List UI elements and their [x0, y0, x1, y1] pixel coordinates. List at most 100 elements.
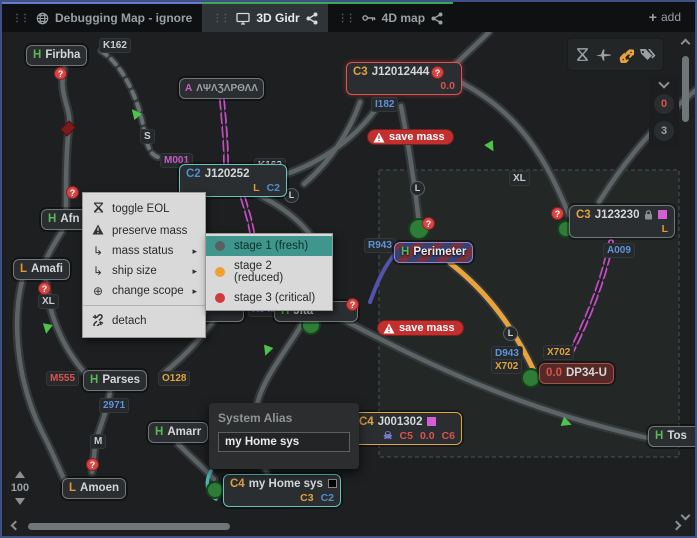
menu-item-preserve-mass[interactable]: preserve mass — [83, 220, 205, 241]
stage1-dot-icon — [215, 241, 225, 251]
hourglass-icon — [93, 202, 104, 214]
counter-badge-bottom[interactable]: 3 — [654, 121, 674, 141]
submenu-item-stage1[interactable]: stage 1 (fresh) — [206, 236, 332, 256]
unknown-status-badge: ? — [86, 458, 99, 471]
ship-size-label: XL — [509, 171, 530, 186]
system-node-dp34u[interactable]: 0.0 DP34-U — [539, 363, 614, 384]
zoom-in-button[interactable] — [15, 471, 25, 478]
signature-counter-panel: 0 3 — [649, 76, 679, 147]
wh-sig-label[interactable]: M555 — [46, 371, 79, 386]
ship-filter-icon[interactable] — [595, 48, 612, 62]
drag-handle-icon[interactable]: ⋮⋮ — [212, 13, 228, 24]
scroll-left-icon[interactable] — [11, 521, 21, 531]
system-node-j001302[interactable]: C4J001302 ☠C50.0C6 — [352, 412, 462, 445]
tags-filter-icon[interactable] — [639, 47, 656, 62]
tab-label: Debugging Map - ignore — [55, 11, 192, 25]
system-name: Amarr — [167, 426, 201, 438]
tab-label: 3D Gidr — [256, 11, 299, 25]
zoom-out-button[interactable] — [15, 498, 25, 505]
occupied-marker — [328, 479, 337, 488]
wh-sig-label[interactable]: I182 — [371, 97, 398, 112]
hourglass-filter-icon[interactable] — [575, 47, 590, 63]
submenu-item-stage2[interactable]: stage 2 (reduced) — [206, 256, 332, 288]
save-mass-label: save mass — [389, 131, 445, 143]
tab-label: 4D map — [382, 11, 425, 25]
system-node-amoen[interactable]: LAmoen — [62, 478, 126, 499]
system-name: Afn — [60, 213, 79, 225]
system-node-home[interactable]: C4my Home sys C3C2 — [223, 474, 341, 507]
menu-item-ship-size[interactable]: ↳ ship size ▸ — [83, 261, 205, 281]
wh-sig-label[interactable]: A009 — [603, 243, 635, 258]
security-class: A — [185, 83, 192, 94]
scope-icon: ⊕ — [91, 285, 105, 297]
menu-item-mass-status[interactable]: ↳ mass status ▸ — [83, 241, 205, 261]
key-icon — [362, 12, 376, 24]
security-class: C3 — [576, 209, 591, 221]
system-alias-dialog: System Alias — [209, 403, 359, 469]
system-name: DP34-U — [566, 367, 607, 379]
drag-handle-icon[interactable]: ⋮⋮ — [338, 13, 354, 24]
static-tag: C6 — [442, 430, 455, 442]
chain-link-icon[interactable] — [618, 47, 634, 63]
horizontal-scroll-thumb[interactable] — [28, 523, 230, 530]
unknown-status-badge: ? — [422, 217, 435, 230]
plus-icon: + — [649, 9, 657, 25]
wh-sig-label[interactable]: 2971 — [99, 398, 129, 413]
system-node-unidentified[interactable]: A ΛΨΛƷΛΡΘΛΛ — [179, 78, 264, 99]
static-tag: C5 — [400, 430, 413, 442]
security-status: 0.0 — [546, 367, 562, 379]
warning-icon — [373, 132, 385, 143]
system-name: ΛΨΛƷΛΡΘΛΛ — [196, 83, 258, 94]
scroll-down-icon[interactable] — [681, 511, 691, 521]
add-label: add — [661, 10, 681, 24]
tab-3d-gidr[interactable]: ⋮⋮ 3D Gidr — [202, 2, 327, 32]
vertical-scroll-thumb[interactable] — [682, 56, 689, 122]
menu-item-label: toggle EOL — [112, 203, 170, 215]
counter-badge-top[interactable]: 0 — [654, 94, 674, 114]
menu-item-change-scope[interactable]: ⊕ change scope ▸ — [83, 281, 205, 301]
unknown-status-badge: ? — [431, 66, 444, 79]
system-node-amarr[interactable]: H Amarr — [148, 422, 208, 443]
map-tab-bar: ⋮⋮ Debugging Map - ignore ⋮⋮ 3D Gidr ⋮⋮ … — [2, 2, 695, 32]
scroll-right-icon[interactable] — [672, 521, 682, 531]
ship-size-label: XL — [38, 294, 59, 309]
branch-arrow-icon: ↳ — [91, 245, 105, 257]
wh-sig-label[interactable]: X702 — [491, 359, 522, 374]
menu-item-toggle-eol[interactable]: toggle EOL — [83, 198, 205, 220]
add-map-button[interactable]: + add — [635, 2, 695, 32]
menu-separator — [83, 305, 205, 306]
unlink-icon — [92, 314, 104, 326]
system-node-j12012444[interactable]: C3J12012444 0.0 — [346, 62, 462, 95]
vertical-scrollbar[interactable] — [679, 38, 693, 524]
tab-debugging-map[interactable]: ⋮⋮ Debugging Map - ignore — [2, 2, 202, 32]
wh-sig-label[interactable]: R943 — [364, 238, 396, 253]
drag-handle-icon[interactable]: ⋮⋮ — [12, 13, 28, 24]
wh-sig-label[interactable]: K162 — [99, 38, 131, 53]
wh-sig-label[interactable]: X702 — [543, 345, 574, 360]
chevron-down-icon[interactable] — [658, 77, 669, 88]
unknown-status-badge: ? — [54, 67, 67, 80]
security-class: H — [155, 426, 163, 438]
alias-input[interactable] — [218, 432, 350, 452]
system-node-parses[interactable]: HParses — [83, 370, 147, 391]
share-icon[interactable] — [306, 12, 318, 25]
tab-4d-map[interactable]: ⋮⋮ 4D map — [328, 2, 453, 32]
wh-sig-label[interactable]: O128 — [158, 371, 190, 386]
system-node-j123230[interactable]: C3J123230 L — [569, 205, 675, 238]
dialog-title: System Alias — [218, 411, 350, 425]
ship-size-label: M — [90, 434, 106, 449]
menu-item-label: mass status — [112, 245, 173, 257]
horizontal-scrollbar[interactable] — [10, 519, 682, 533]
security-class: H — [90, 374, 98, 386]
save-mass-label: save mass — [399, 322, 455, 334]
static-tag: C2 — [267, 182, 280, 194]
menu-item-label: ship size — [112, 265, 157, 277]
system-node-perimeter[interactable]: HPerimeter — [394, 242, 473, 263]
share-icon[interactable] — [431, 12, 443, 25]
menu-item-detach[interactable]: detach — [83, 310, 205, 332]
system-node-firbha[interactable]: HFirbha — [26, 45, 87, 66]
scroll-up-icon[interactable] — [681, 39, 691, 49]
system-name: J001302 — [378, 416, 423, 428]
system-node-amafi[interactable]: LAmafi — [13, 259, 70, 280]
submenu-item-stage3[interactable]: stage 3 (critical) — [206, 288, 332, 308]
